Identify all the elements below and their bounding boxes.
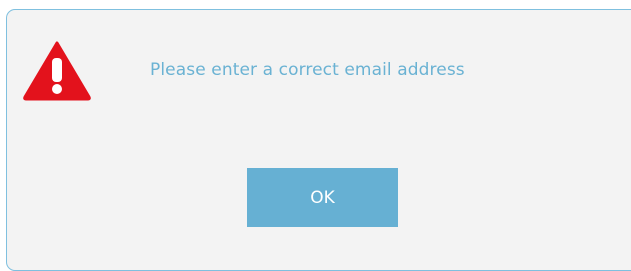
dialog-message: Please enter a correct email address (150, 60, 465, 80)
warning-icon (23, 41, 91, 101)
alert-dialog: Please enter a correct email address OK (6, 9, 631, 271)
ok-button[interactable]: OK (247, 168, 398, 227)
